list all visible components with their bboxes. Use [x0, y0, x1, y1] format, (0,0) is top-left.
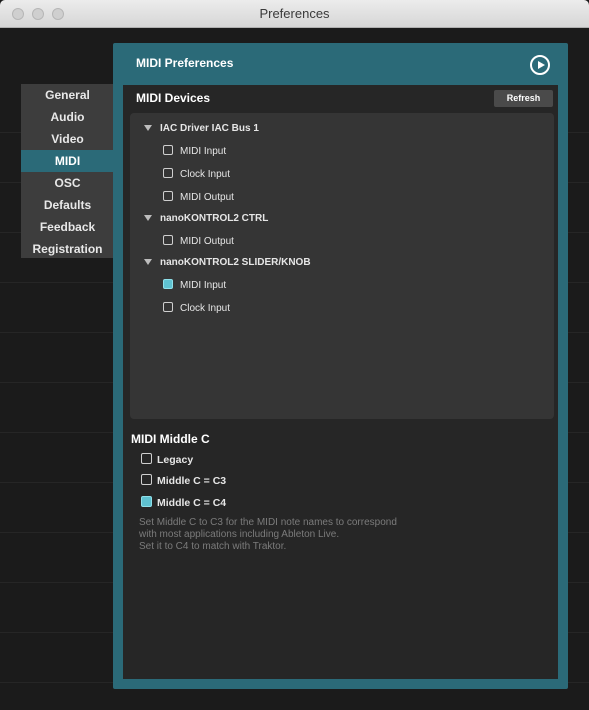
option-label: Middle C = C3: [157, 475, 227, 487]
device-option: MIDI Output: [163, 191, 234, 203]
sidebar-item-osc[interactable]: OSC: [21, 172, 114, 194]
disclosure-triangle-icon[interactable]: [144, 259, 152, 266]
legacy-checkbox[interactable]: [141, 453, 152, 464]
sidebar-item-audio[interactable]: Audio: [21, 106, 114, 128]
midi-devices-list: IAC Driver IAC Bus 1 MIDI Input Clock In…: [130, 113, 554, 419]
device-name: IAC Driver IAC Bus 1: [160, 123, 259, 134]
panel-title: MIDI Preferences: [136, 56, 234, 70]
sidebar-item-midi[interactable]: MIDI: [21, 150, 114, 172]
device-option: Clock Input: [163, 302, 230, 314]
device-name: nanoKONTROL2 CTRL: [160, 213, 269, 224]
title-bar: Preferences: [0, 0, 589, 28]
midi-input-checkbox[interactable]: [163, 145, 173, 155]
midi-devices-label: MIDI Devices: [136, 91, 211, 105]
preferences-sidebar: General Audio Video MIDI OSC Defaults Fe…: [21, 84, 114, 258]
middle-c-description: Set Middle C to C3 for the MIDI note nam…: [139, 517, 397, 553]
device-option: MIDI Input: [163, 145, 226, 157]
sidebar-item-defaults[interactable]: Defaults: [21, 194, 114, 216]
option-label: Clock Input: [180, 169, 231, 180]
option-label: MIDI Output: [180, 192, 234, 203]
device-nanokontrol2-slider-knob[interactable]: nanoKONTROL2 SLIDER/KNOB: [144, 257, 311, 268]
option-label: Clock Input: [180, 303, 231, 314]
description-line: Set Middle C to C3 for the MIDI note nam…: [139, 517, 397, 528]
middle-c-option-c4: Middle C = C4: [141, 496, 226, 509]
disclosure-triangle-icon[interactable]: [144, 215, 152, 222]
midi-output-checkbox[interactable]: [163, 235, 173, 245]
option-label: Legacy: [157, 454, 194, 466]
description-line: with most applications including Ableton…: [139, 529, 340, 540]
device-nanokontrol2-ctrl[interactable]: nanoKONTROL2 CTRL: [144, 213, 268, 224]
middle-c-c4-checkbox[interactable]: [141, 496, 152, 507]
option-label: MIDI Output: [180, 236, 234, 247]
sidebar-item-general[interactable]: General: [21, 84, 114, 106]
option-label: MIDI Input: [180, 146, 227, 157]
refresh-button[interactable]: Refresh: [494, 90, 553, 107]
midi-input-checkbox[interactable]: [163, 279, 173, 289]
clock-input-checkbox[interactable]: [163, 168, 173, 178]
device-option: MIDI Output: [163, 235, 234, 247]
midi-output-checkbox[interactable]: [163, 191, 173, 201]
disclosure-triangle-icon[interactable]: [144, 125, 152, 132]
midi-middle-c-title: MIDI Middle C: [131, 432, 210, 446]
window-title: Preferences: [259, 6, 330, 21]
device-name: nanoKONTROL2 SLIDER/KNOB: [160, 257, 311, 268]
middle-c-option-legacy: Legacy: [141, 453, 193, 466]
device-iac-driver[interactable]: IAC Driver IAC Bus 1: [144, 123, 259, 134]
device-option: MIDI Input: [163, 279, 226, 291]
clock-input-checkbox[interactable]: [163, 302, 173, 312]
play-circle-icon[interactable]: [530, 55, 550, 75]
option-label: Middle C = C4: [157, 497, 227, 509]
device-option: Clock Input: [163, 168, 230, 180]
description-line: Set it to C4 to match with Traktor.: [139, 541, 287, 552]
midi-preferences-panel: MIDI Preferences MIDI Devices Refresh IA…: [113, 43, 568, 689]
option-label: MIDI Input: [180, 280, 227, 291]
sidebar-item-registration[interactable]: Registration: [21, 238, 114, 260]
middle-c-c3-checkbox[interactable]: [141, 474, 152, 485]
sidebar-item-video[interactable]: Video: [21, 128, 114, 150]
middle-c-option-c3: Middle C = C3: [141, 474, 226, 487]
panel-content: MIDI Devices Refresh IAC Driver IAC Bus …: [123, 85, 558, 679]
sidebar-item-feedback[interactable]: Feedback: [21, 216, 114, 238]
